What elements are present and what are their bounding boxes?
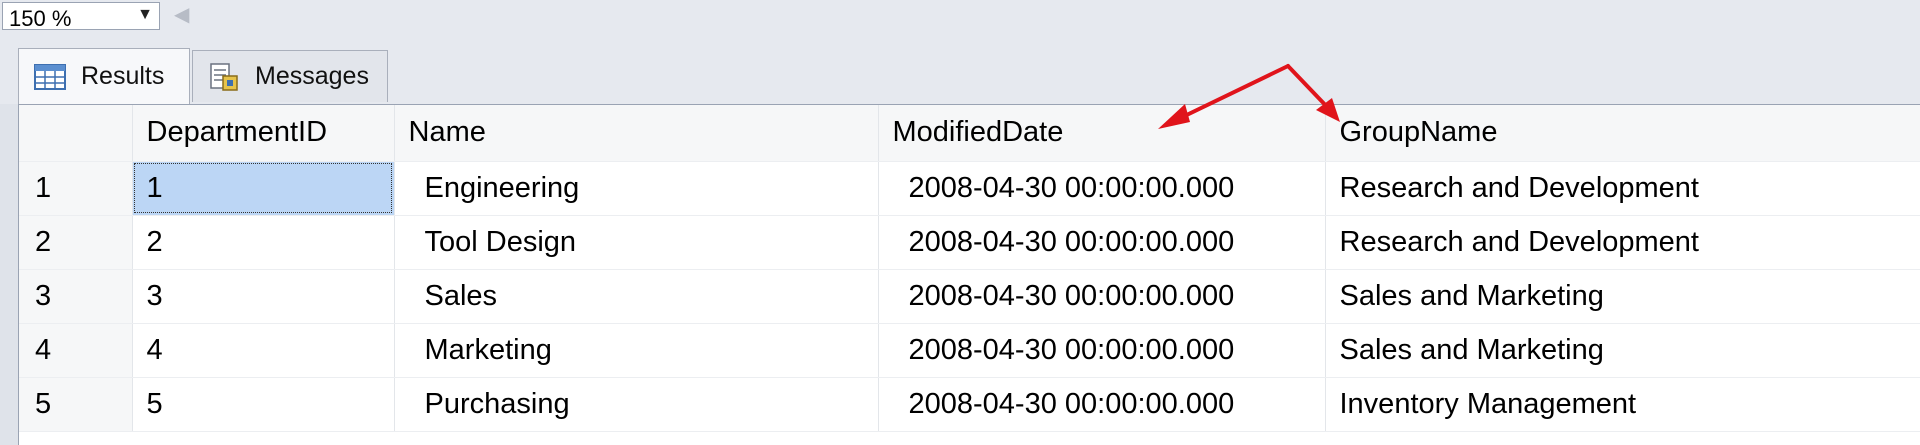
cell-modifieddate[interactable]: 2008-04-30 00:00:00.000	[878, 377, 1326, 432]
zoom-dropdown[interactable]: 150 % ▼	[2, 2, 160, 31]
cell-groupname[interactable]: Sales and Marketing	[1325, 269, 1920, 324]
cell-departmentid[interactable]: 5	[132, 377, 395, 432]
table-row: 3 3 Sales 2008-04-30 00:00:00.000 Sales …	[19, 269, 1920, 324]
column-header-groupname[interactable]: GroupName	[1325, 105, 1920, 162]
row-number[interactable]: 1	[19, 161, 133, 216]
cell-groupname[interactable]: Research and Development	[1325, 215, 1920, 270]
cell-departmentid[interactable]: 2	[132, 215, 395, 270]
tab-messages-label: Messages	[255, 62, 369, 90]
cell-name[interactable]: Engineering	[394, 161, 879, 216]
row-number[interactable]: 4	[19, 323, 133, 378]
grid-corner[interactable]	[19, 105, 133, 162]
grid-table-icon	[34, 63, 66, 90]
cell-modifieddate[interactable]: 2008-04-30 00:00:00.000	[878, 161, 1326, 216]
cell-modifieddate[interactable]: 2008-04-30 00:00:00.000	[878, 269, 1326, 324]
cell-name[interactable]: Tool Design	[394, 215, 879, 270]
cell-departmentid[interactable]: 4	[132, 323, 395, 378]
header-row: DepartmentID Name ModifiedDate GroupName	[19, 105, 1920, 162]
table-row: 5 5 Purchasing 2008-04-30 00:00:00.000 I…	[19, 377, 1920, 432]
tab-messages[interactable]: Messages	[192, 50, 388, 102]
table-row: 4 4 Marketing 2008-04-30 00:00:00.000 Sa…	[19, 323, 1920, 378]
cell-departmentid[interactable]: 1	[132, 161, 395, 216]
cell-modifieddate[interactable]: 2008-04-30 00:00:00.000	[878, 215, 1326, 270]
column-header-modifieddate[interactable]: ModifiedDate	[878, 105, 1326, 162]
cell-groupname[interactable]: Sales and Marketing	[1325, 323, 1920, 378]
tab-results-label: Results	[81, 62, 165, 90]
cell-groupname[interactable]: Inventory Management	[1325, 377, 1920, 432]
row-number[interactable]: 2	[19, 215, 133, 270]
cell-groupname[interactable]: Research and Development	[1325, 161, 1920, 216]
row-number[interactable]: 3	[19, 269, 133, 324]
cell-name[interactable]: Purchasing	[394, 377, 879, 432]
chevron-down-icon[interactable]: ▼	[137, 6, 153, 24]
column-header-name[interactable]: Name	[394, 105, 879, 162]
cell-modifieddate[interactable]: 2008-04-30 00:00:00.000	[878, 323, 1326, 378]
scroll-left-arrow-icon[interactable]: ◀	[174, 2, 189, 27]
cell-name[interactable]: Sales	[394, 269, 879, 324]
cell-departmentid[interactable]: 3	[132, 269, 395, 324]
tab-results[interactable]: Results	[18, 48, 190, 104]
table-row: 2 2 Tool Design 2008-04-30 00:00:00.000 …	[19, 215, 1920, 270]
cell-name[interactable]: Marketing	[394, 323, 879, 378]
column-header-departmentid[interactable]: DepartmentID	[132, 105, 395, 162]
results-tabstrip: Results Messages	[0, 32, 1920, 104]
table-row: 1 1 Engineering 2008-04-30 00:00:00.000 …	[19, 161, 1920, 216]
results-grid[interactable]: DepartmentID Name ModifiedDate GroupName…	[18, 104, 1920, 445]
document-messages-icon	[210, 62, 238, 91]
zoom-value: 150 %	[9, 6, 72, 31]
zoom-toolbar: 150 % ▼ ◀	[0, 0, 1920, 33]
results-table: DepartmentID Name ModifiedDate GroupName…	[19, 105, 1920, 432]
row-number[interactable]: 5	[19, 377, 133, 432]
